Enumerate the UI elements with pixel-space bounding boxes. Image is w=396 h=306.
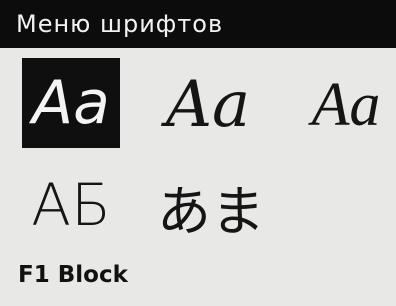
font-sample: Aa xyxy=(311,70,381,139)
selected-font-label: F1 Block xyxy=(18,262,128,288)
font-sample: あま xyxy=(157,179,265,243)
window-title: Меню шрифтов xyxy=(16,10,224,38)
font-option-3[interactable]: Aa xyxy=(296,62,396,148)
font-sample: АБ xyxy=(31,171,111,239)
font-option-japanese[interactable]: あま xyxy=(156,164,266,248)
font-menu-screen: Меню шрифтов Aa Aa Aa АБ あま F1 Block xyxy=(0,0,396,306)
font-sample: Aa xyxy=(32,68,110,138)
font-sample: Aa xyxy=(165,68,251,142)
font-option-2[interactable]: Aa xyxy=(156,62,260,148)
title-bar: Меню шрифтов xyxy=(0,0,396,48)
font-option-1[interactable]: Aa xyxy=(22,58,120,148)
font-option-cyrillic[interactable]: АБ xyxy=(16,162,126,248)
